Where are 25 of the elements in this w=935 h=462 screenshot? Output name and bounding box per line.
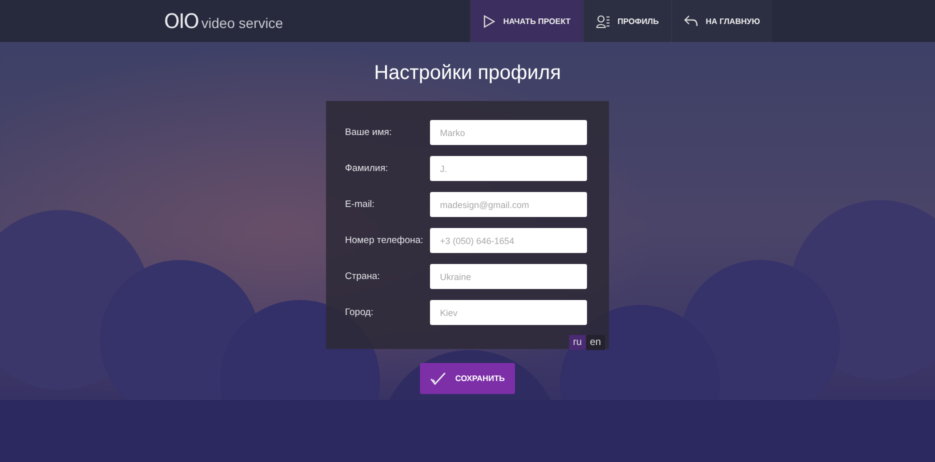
input-field[interactable]: J.: [430, 156, 587, 181]
check-icon: [430, 372, 446, 385]
input-field[interactable]: +3 (050) 646-1654: [430, 228, 587, 253]
profile-icon: [596, 14, 610, 28]
input-field[interactable]: madesign@gmail.com: [430, 192, 587, 217]
field-label: Номер телефона:: [345, 235, 424, 246]
play-icon: [483, 14, 496, 28]
field-label: Город:: [345, 307, 374, 318]
page-title: Настройки профиля: [374, 62, 561, 86]
logo-text: video service: [201, 14, 284, 30]
save-button[interactable]: СОХРАНИТЬ: [420, 363, 515, 394]
field-label: Фамилия:: [345, 163, 388, 174]
nav-tab[interactable]: ПРОФИЛЬ: [582, 0, 671, 42]
logo-mark: OIO: [164, 9, 198, 33]
field-label: Страна:: [345, 271, 380, 282]
input-field[interactable]: Ukraine: [430, 264, 587, 289]
field-label: Ваше имя:: [345, 127, 392, 138]
input-field[interactable]: Kiev: [430, 300, 587, 325]
input-field[interactable]: Marko: [430, 120, 587, 145]
field-label: E-mail:: [345, 199, 375, 210]
reply-icon: [684, 15, 698, 27]
nav-tab[interactable]: НА ГЛАВНУЮ: [670, 0, 772, 42]
nav-tab[interactable]: НАЧАТЬ ПРОЕКТ: [470, 0, 583, 42]
language-toggle[interactable]: ru: [568, 335, 586, 350]
language-toggle[interactable]: en: [586, 335, 605, 350]
